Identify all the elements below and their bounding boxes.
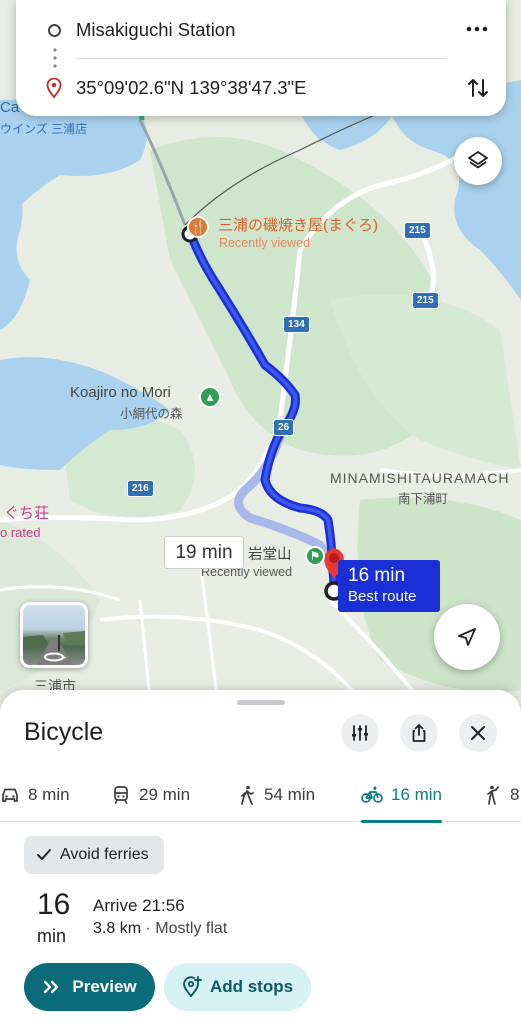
restaurant-poi-name[interactable]: 三浦の磯焼き屋(まぐろ) <box>218 214 378 235</box>
temple-poi-name[interactable]: 岩堂山 <box>248 543 292 564</box>
street-view-thumbnail[interactable] <box>20 602 88 668</box>
origin-row[interactable]: Misakiguchi Station <box>16 2 506 58</box>
road-badge-216: 216 <box>127 480 154 497</box>
park-poi-sub: 小網代の森 <box>120 407 183 421</box>
road-badge-215-a: 215 <box>404 222 431 239</box>
walk-icon <box>241 785 254 805</box>
hotel-label[interactable]: ぐち荘 <box>4 502 49 523</box>
layers-button[interactable] <box>454 137 502 185</box>
avoid-ferries-label: Avoid ferries <box>60 846 149 863</box>
add-stops-button[interactable]: Add stops <box>164 963 311 1011</box>
cafe-sub-label: ウインズ 三浦店 <box>0 122 88 136</box>
train-icon <box>114 786 128 804</box>
map-view[interactable]: 215 215 134 26 216 🍴 三浦の磯焼き屋(まぐろ) Recent… <box>0 0 521 730</box>
origin-input[interactable]: Misakiguchi Station <box>76 19 235 41</box>
rideshare-icon <box>487 785 499 805</box>
preview-button[interactable]: Preview <box>24 963 155 1011</box>
navigation-arrow-icon <box>458 628 476 646</box>
tab-cycling-time: 16 min <box>390 785 443 804</box>
best-route-time: 16 min <box>348 565 406 586</box>
destination-row[interactable]: 35°09'02.6"N 139°38'47.3"E <box>16 60 506 116</box>
check-icon <box>37 849 51 860</box>
tab-walking-time: 54 min <box>264 785 316 804</box>
origin-circle-icon <box>48 23 61 37</box>
route-terrain: Mostly flat <box>155 920 228 937</box>
route-search-card: Misakiguchi Station 35°09'02.6"N 139°38'… <box>16 0 506 116</box>
more-horizontal-icon <box>466 26 488 32</box>
details-separator: · <box>145 920 151 937</box>
tab-driving-time: 8 min <box>28 785 70 804</box>
road-badge-26: 26 <box>273 419 295 436</box>
swap-vertical-icon[interactable] <box>464 74 492 102</box>
share-icon <box>412 724 426 742</box>
tab-cycling[interactable]: 16 min <box>361 768 443 823</box>
park-poi-icon[interactable]: ▲ <box>199 386 221 408</box>
route-duration-unit: min <box>37 926 67 946</box>
best-route-bubble[interactable]: 16 min Best route <box>338 560 440 612</box>
active-tab-indicator <box>361 820 442 823</box>
close-icon <box>471 726 485 740</box>
road-badge-215-b: 215 <box>412 292 439 309</box>
tab-rideshare-time: 8 <box>510 785 520 804</box>
directions-bottom-sheet: Bicycle 8 min 29 min 54 min 16 min 8 Avo… <box>0 690 521 1024</box>
arrival-time: Arrive 21:56 <box>93 896 185 915</box>
car-icon <box>2 788 18 802</box>
travel-mode-title: Bicycle <box>24 718 104 746</box>
add-stops-label: Add stops <box>209 977 294 996</box>
avoid-ferries-chip[interactable]: Avoid ferries <box>24 836 164 874</box>
add-location-icon <box>182 976 202 997</box>
close-button[interactable] <box>459 714 497 752</box>
tab-transit[interactable]: 29 min <box>111 768 190 822</box>
tab-driving[interactable]: 8 min <box>0 768 70 822</box>
recenter-button[interactable] <box>434 604 500 670</box>
tab-rideshare[interactable]: 8 <box>484 768 519 822</box>
road-badge-134: 134 <box>283 316 310 333</box>
tune-icon <box>352 725 368 741</box>
route-duration-value: 16 <box>37 888 71 921</box>
town-label-jp: 南下浦町 <box>398 492 449 506</box>
route-card-divider <box>76 58 446 59</box>
double-chevron-right-icon <box>44 980 59 994</box>
park-poi-name[interactable]: Koajiro no Mori <box>70 384 171 401</box>
sheet-drag-handle[interactable] <box>237 700 285 705</box>
restaurant-poi-icon[interactable]: 🍴 <box>187 216 209 238</box>
restaurant-poi-sub: Recently viewed <box>219 236 311 250</box>
tab-walking[interactable]: 54 min <box>238 768 315 822</box>
alt-route-time-bubble[interactable]: 19 min <box>164 536 244 569</box>
temple-poi-icon[interactable]: ⚑ <box>305 546 325 566</box>
street-view-preview <box>23 631 85 665</box>
route-details: 3.8 km · Mostly flat <box>93 920 227 938</box>
bicycle-icon <box>361 786 383 803</box>
tab-transit-time: 29 min <box>139 785 191 804</box>
destination-pin-icon <box>46 78 62 98</box>
layers-icon <box>468 151 488 169</box>
share-button[interactable] <box>400 714 438 752</box>
town-label: MINAMISHITAURAMACH <box>330 470 510 486</box>
route-options-button[interactable] <box>341 714 379 752</box>
hotel-rating-label: o rated <box>0 525 41 540</box>
preview-label: Preview <box>72 977 137 996</box>
route-distance: 3.8 km <box>93 920 142 937</box>
travel-mode-tabs: 8 min 29 min 54 min 16 min 8 <box>0 768 521 823</box>
more-options-button[interactable] <box>464 16 490 42</box>
destination-input[interactable]: 35°09'02.6"N 139°38'47.3"E <box>76 77 306 99</box>
best-route-label: Best route <box>348 588 417 605</box>
